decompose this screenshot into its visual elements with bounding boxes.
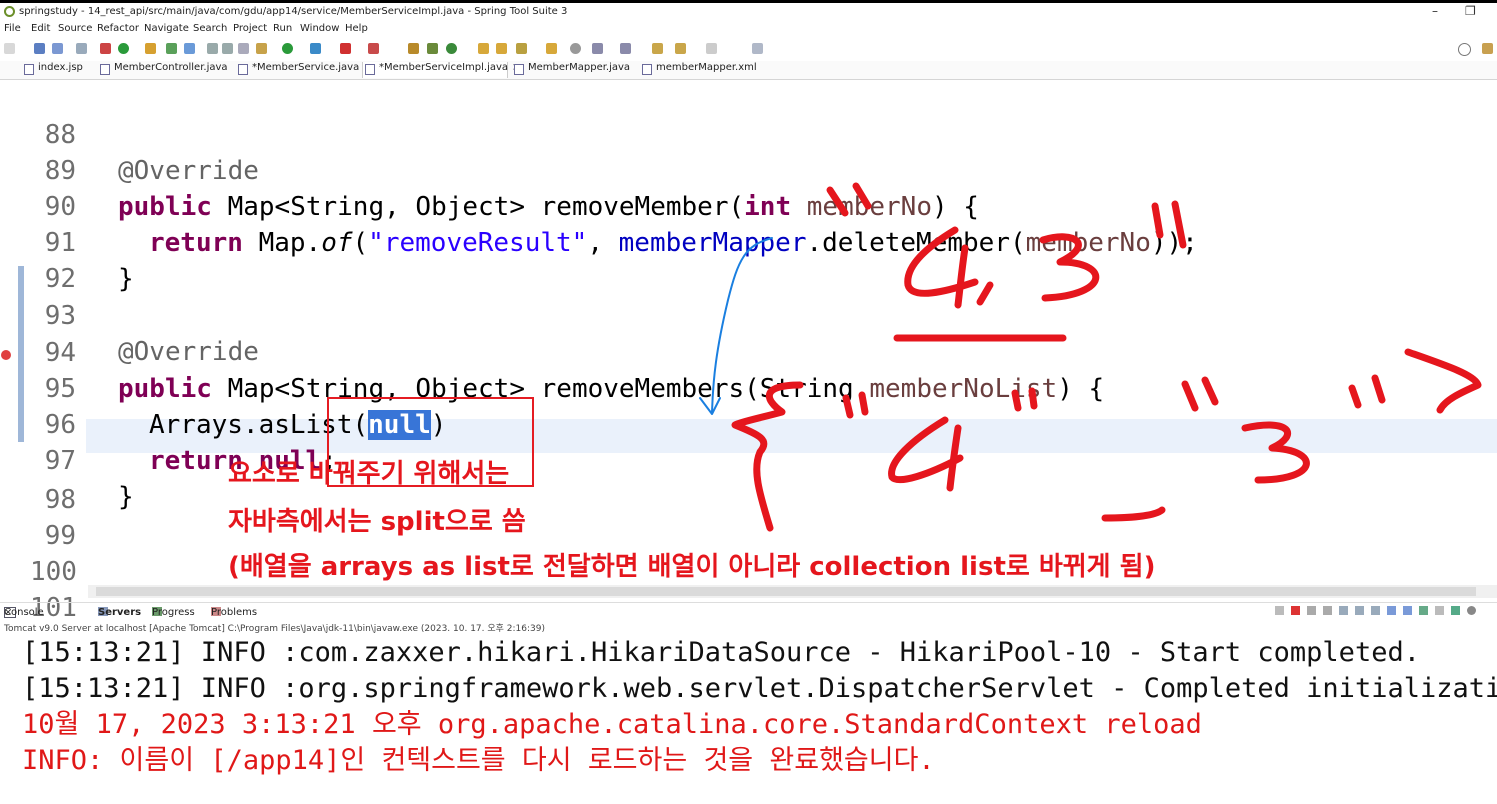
remove-all-icon[interactable]	[1323, 606, 1332, 615]
ink-comma	[976, 281, 994, 306]
view-menu-icon[interactable]	[1435, 606, 1444, 615]
console-output[interactable]: [15:13:21] INFO :com.zaxxer.hikari.Hikar…	[0, 635, 1497, 804]
ink-brace-close	[1404, 348, 1482, 414]
console-line: 10월 17, 2023 3:13:21 오후 org.apache.catal…	[22, 709, 1202, 740]
display-console-icon[interactable]	[1403, 606, 1412, 615]
word-wrap-icon[interactable]	[1355, 606, 1364, 615]
console-toolbar	[1275, 606, 1476, 615]
show-on-output-icon[interactable]	[1371, 606, 1380, 615]
tab-label: Problems	[211, 607, 258, 618]
server-launch-info: Tomcat v9.0 Server at localhost [Apache …	[4, 624, 545, 634]
settings-icon[interactable]	[1467, 606, 1476, 615]
terminate-icon[interactable]	[1291, 606, 1300, 615]
console-line: INFO: 이름이 [/app14]인 컨텍스트를 다시 로드하는 것을 완료했…	[22, 745, 935, 776]
editor-horizontal-scrollbar[interactable]	[88, 585, 1497, 598]
ink-quote-2	[1011, 387, 1038, 412]
pin-console-icon[interactable]	[1387, 606, 1396, 615]
clear-console-icon[interactable]	[1275, 606, 1284, 615]
console-line: [15:13:21] INFO :org.springframework.web…	[22, 673, 1497, 704]
ink-quote-3	[1181, 376, 1219, 412]
ink-quote-1	[842, 391, 869, 419]
tab-label: Progress	[152, 607, 195, 618]
bottom-panel-tabs: Console × Servers Progress Problems	[0, 602, 1497, 621]
open-console-icon[interactable]	[1419, 606, 1428, 615]
scroll-lock-icon[interactable]	[1339, 606, 1348, 615]
ink-digit-3	[1039, 233, 1100, 302]
ink-dash	[1101, 506, 1166, 522]
ink-blue-arrow	[699, 237, 773, 415]
remove-launch-icon[interactable]	[1307, 606, 1316, 615]
scrollbar-thumb[interactable]	[96, 587, 1476, 596]
console-close-icon[interactable]: ×	[4, 607, 12, 618]
ink-quote-open	[826, 182, 872, 217]
ink-brace	[731, 381, 804, 532]
console-line: [15:13:21] INFO :com.zaxxer.hikari.Hikar…	[22, 637, 1420, 668]
tab-label: Servers	[98, 607, 142, 618]
ink-digit-3b	[1241, 421, 1310, 484]
ink-letter-k	[904, 226, 979, 309]
new-console-icon[interactable]	[1451, 606, 1460, 615]
ink-quote-4	[1348, 374, 1386, 409]
ink-quote-close	[1151, 200, 1187, 249]
ink-letter-k2	[888, 416, 964, 492]
